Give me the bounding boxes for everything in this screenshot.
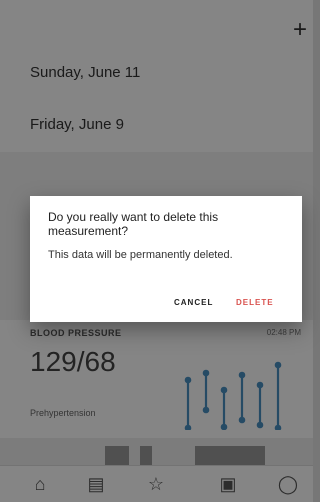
dialog-body: This data will be permanently deleted. (48, 249, 233, 261)
cancel-button[interactable]: CANCEL (174, 298, 213, 307)
dialog-title: Do you really want to delete this measur… (48, 210, 219, 238)
delete-button[interactable]: DELETE (236, 298, 274, 307)
delete-dialog: Do you really want to delete this measur… (30, 196, 302, 322)
